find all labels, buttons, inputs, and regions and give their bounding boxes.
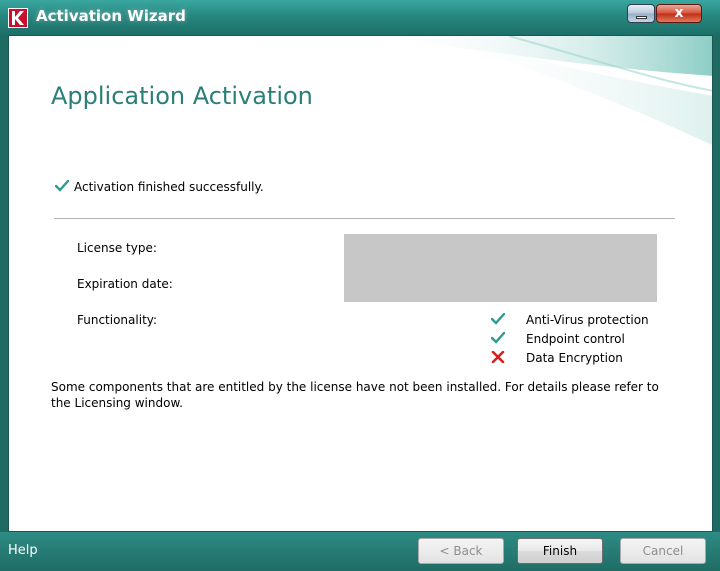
feature-antivirus: Anti-Virus protection — [491, 311, 649, 330]
cancel-button[interactable]: Cancel — [620, 538, 706, 564]
feature-name: Endpoint control — [526, 332, 625, 346]
activation-wizard-window: Activation Wizard x Application Activati… — [0, 0, 720, 571]
window-title: Activation Wizard — [36, 7, 186, 25]
activation-status: Activation finished successfully. — [55, 180, 264, 194]
title-bar[interactable]: Activation Wizard x — [0, 0, 720, 35]
functionality-label: Functionality: — [77, 313, 158, 327]
kaspersky-k-icon — [8, 8, 28, 28]
feature-data-encryption: Data Encryption — [491, 349, 649, 368]
feature-name: Data Encryption — [526, 351, 623, 365]
close-button[interactable]: x — [656, 4, 702, 23]
status-text: Activation finished successfully. — [74, 180, 264, 194]
functionality-list: Anti-Virus protection Endpoint control D… — [491, 311, 649, 368]
green-check-icon — [491, 332, 505, 344]
license-type-label: License type: — [77, 241, 157, 255]
wizard-content: Application Activation Activation finish… — [8, 35, 713, 532]
expiration-date-label: Expiration date: — [77, 277, 173, 291]
components-note: Some components that are entitled by the… — [51, 380, 659, 410]
feature-endpoint-control: Endpoint control — [491, 330, 649, 349]
feature-name: Anti-Virus protection — [526, 313, 649, 327]
green-check-icon — [491, 313, 505, 325]
minimize-button[interactable] — [627, 4, 655, 23]
wizard-footer: Help < Back Finish Cancel — [0, 532, 720, 571]
red-x-icon — [491, 351, 505, 363]
page-title: Application Activation — [51, 82, 313, 110]
divider — [54, 218, 675, 219]
back-button[interactable]: < Back — [418, 538, 504, 564]
minimize-icon — [636, 16, 647, 19]
check-icon — [55, 180, 69, 192]
finish-button[interactable]: Finish — [517, 538, 603, 564]
redacted-license-values — [344, 234, 657, 302]
help-link[interactable]: Help — [8, 543, 38, 558]
